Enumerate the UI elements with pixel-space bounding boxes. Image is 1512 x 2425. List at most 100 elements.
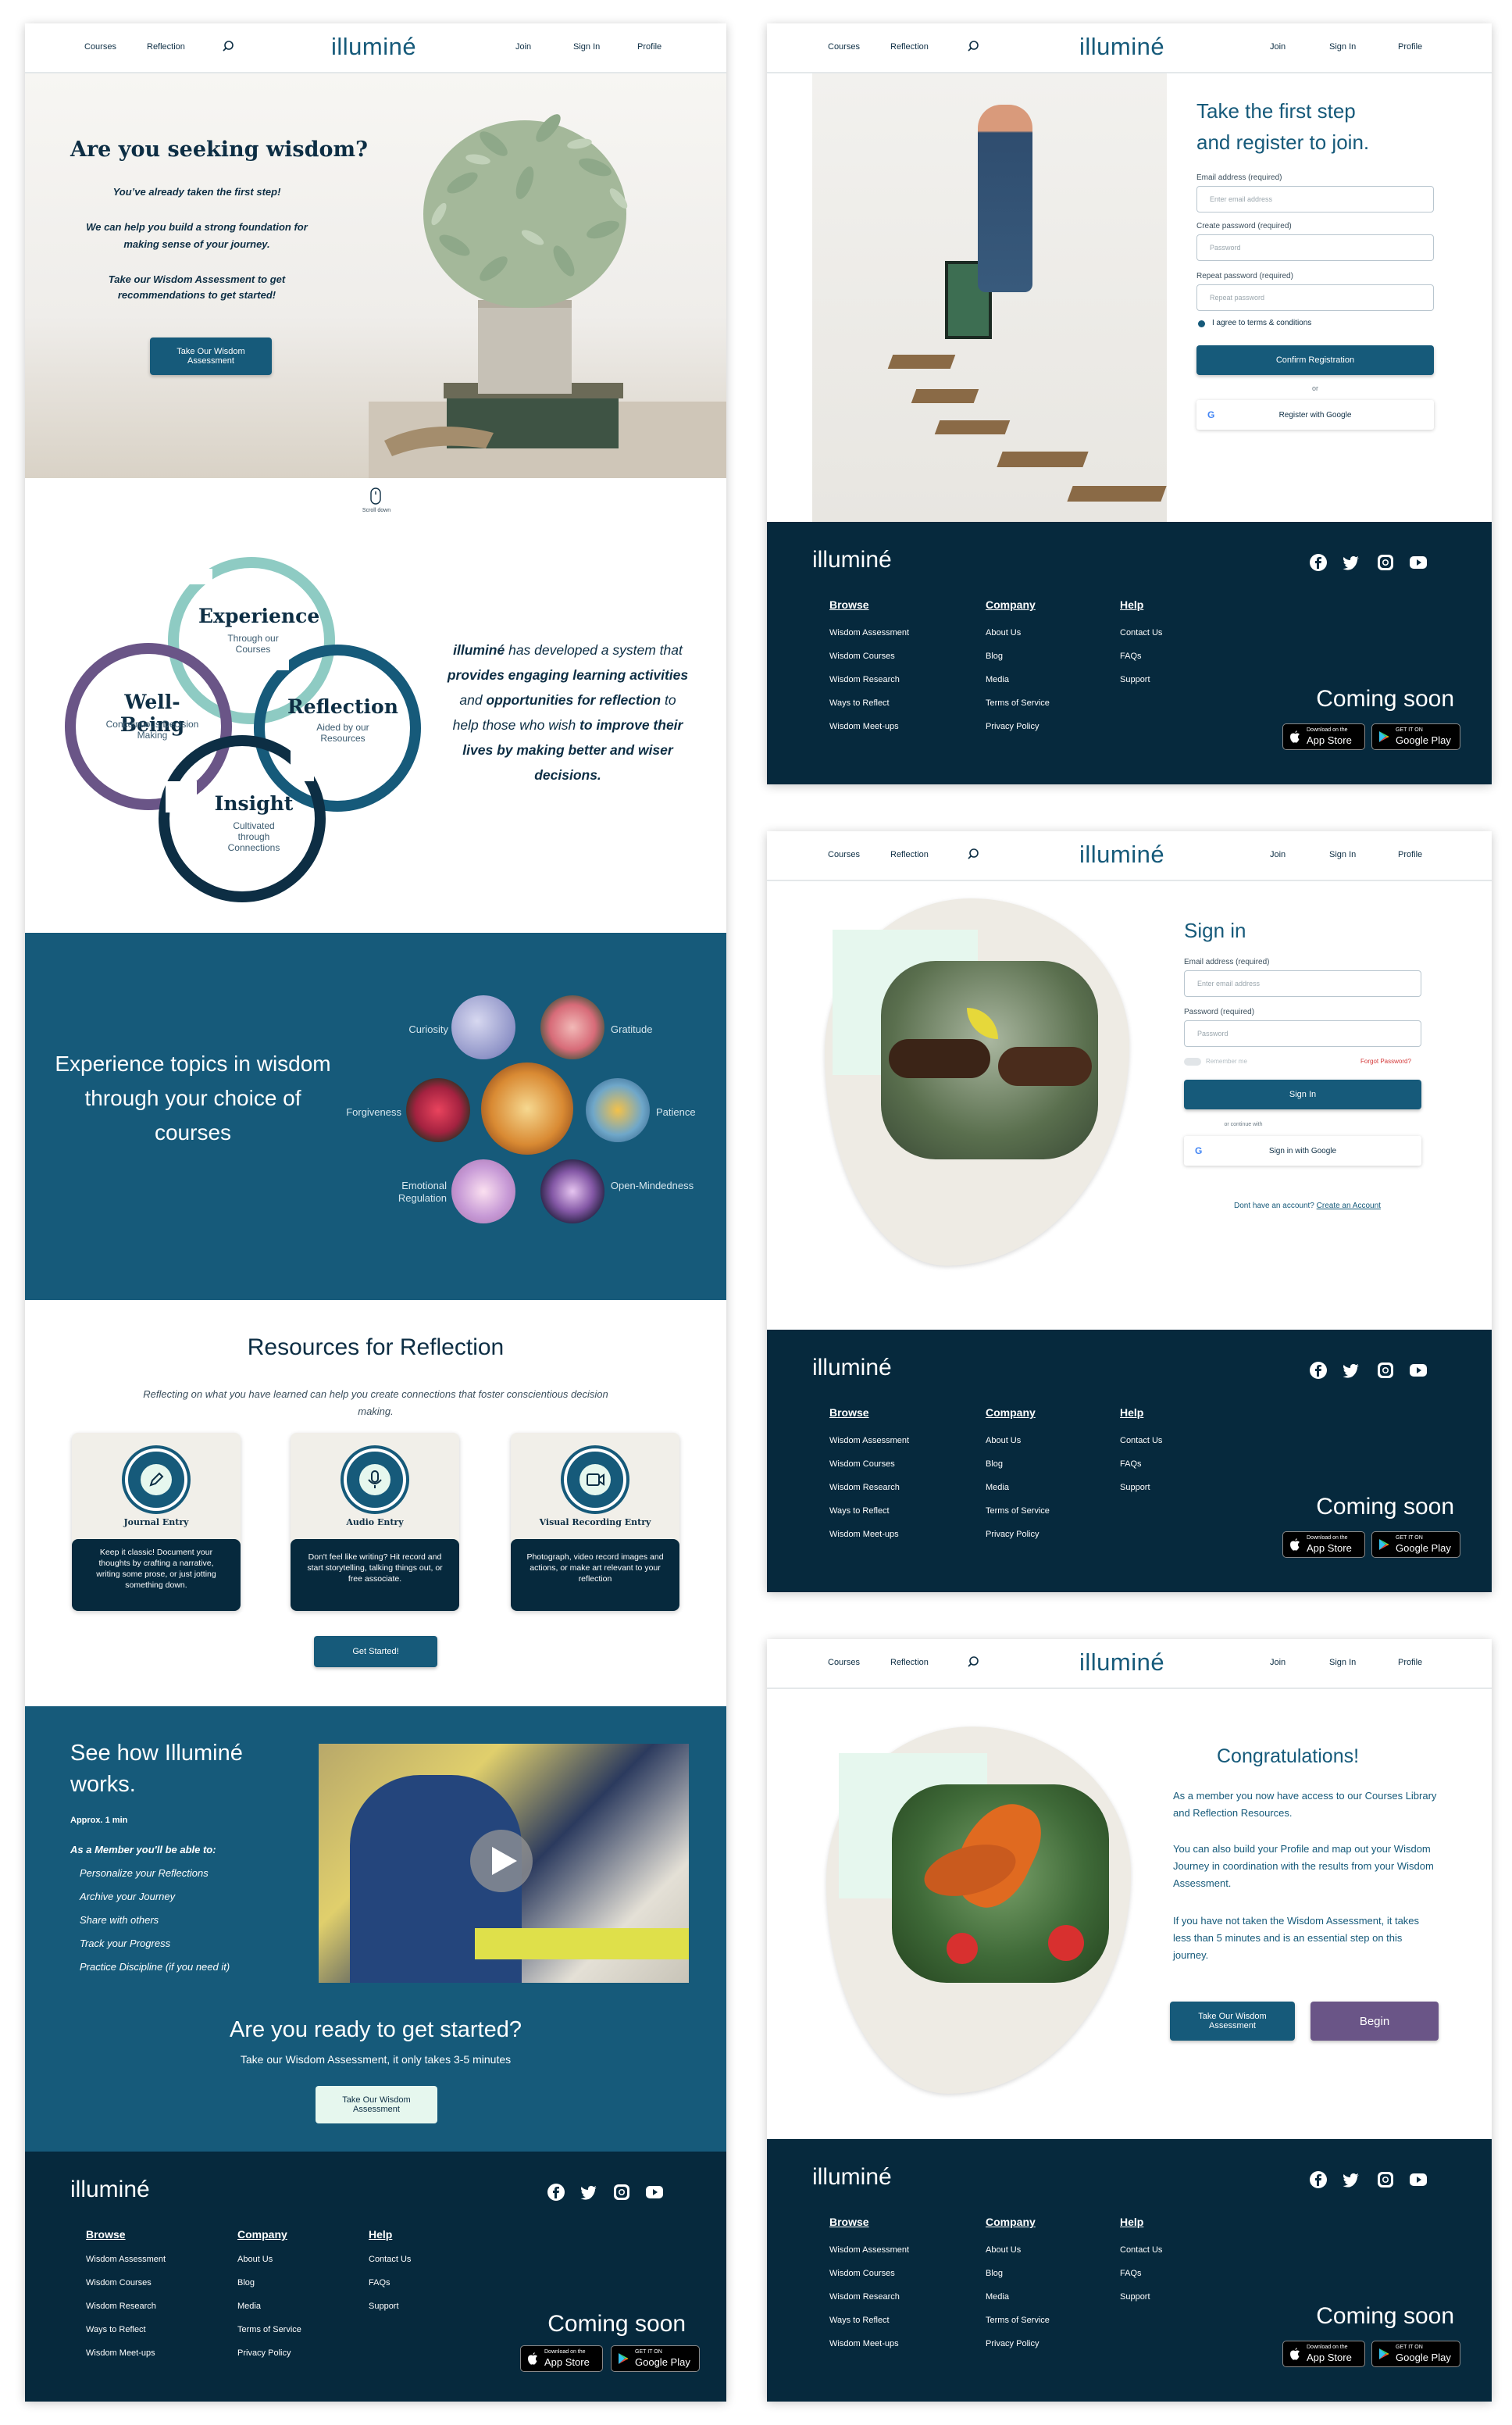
footer-link[interactable]: Blog	[986, 1459, 1003, 1469]
footer-link[interactable]: Contact Us	[1120, 628, 1162, 638]
footer-logo[interactable]: illuminé	[812, 2164, 892, 2191]
app-store-badge[interactable]: Download on the App Store	[520, 2345, 603, 2372]
twitter-icon[interactable]	[1342, 2170, 1360, 2189]
footer-link[interactable]: Blog	[986, 652, 1003, 661]
facebook-icon[interactable]	[1309, 1361, 1328, 1380]
footer-logo[interactable]: illuminé	[812, 547, 892, 573]
footer-link[interactable]: FAQs	[369, 2278, 390, 2288]
footer-link[interactable]: Privacy Policy	[986, 1530, 1039, 1539]
footer-link[interactable]: Contact Us	[1120, 2245, 1162, 2255]
nav-sign-in[interactable]: Sign In	[1329, 1658, 1356, 1667]
twitter-icon[interactable]	[579, 2183, 598, 2202]
agree-radio[interactable]	[1198, 320, 1205, 327]
footer-link[interactable]: Terms of Service	[986, 1506, 1050, 1516]
how-video[interactable]	[319, 1744, 689, 1983]
reg-repeat-input[interactable]: Repeat password	[1196, 284, 1434, 311]
search-icon[interactable]	[222, 39, 237, 55]
footer-link[interactable]: Wisdom Meet-ups	[829, 722, 899, 731]
topic-curiosity[interactable]	[451, 995, 515, 1059]
site-logo[interactable]: illuminé	[1079, 33, 1164, 61]
signin-password-input[interactable]: Password	[1184, 1020, 1421, 1047]
reg-password-input[interactable]: Password	[1196, 234, 1434, 261]
youtube-icon[interactable]	[1409, 553, 1428, 572]
footer-link[interactable]: Wisdom Research	[829, 675, 900, 684]
nav-profile[interactable]: Profile	[1398, 42, 1422, 52]
reg-email-input[interactable]: Enter email address	[1196, 186, 1434, 212]
instagram-icon[interactable]	[1376, 1361, 1395, 1380]
nav-sign-in[interactable]: Sign In	[1329, 42, 1356, 52]
nav-reflection[interactable]: Reflection	[890, 850, 929, 859]
app-store-badge[interactable]: Download on the App Store	[1282, 1531, 1365, 1558]
footer-link[interactable]: FAQs	[1120, 1459, 1142, 1469]
congrats-assessment-button[interactable]: Take Our Wisdom Assessment	[1170, 2002, 1295, 2041]
footer-link[interactable]: Wisdom Assessment	[829, 2245, 909, 2255]
instagram-icon[interactable]	[612, 2183, 631, 2202]
twitter-icon[interactable]	[1342, 553, 1360, 572]
app-store-badge[interactable]: Download on the App Store	[1282, 2341, 1365, 2367]
footer-link[interactable]: About Us	[986, 1436, 1021, 1445]
footer-link[interactable]: Ways to Reflect	[829, 2316, 890, 2325]
footer-link[interactable]: Wisdom Courses	[829, 2269, 895, 2278]
site-logo[interactable]: illuminé	[1079, 841, 1164, 869]
footer-link[interactable]: About Us	[986, 2245, 1021, 2255]
footer-logo[interactable]: illuminé	[70, 2177, 150, 2203]
twitter-icon[interactable]	[1342, 1361, 1360, 1380]
footer-link[interactable]: Ways to Reflect	[829, 1506, 890, 1516]
footer-link[interactable]: Support	[369, 2302, 399, 2311]
footer-link[interactable]: Wisdom Courses	[829, 652, 895, 661]
take-assessment-button[interactable]: Take Our Wisdom Assessment	[150, 338, 272, 375]
footer-link[interactable]: Media	[237, 2302, 261, 2311]
footer-link[interactable]: Contact Us	[369, 2255, 411, 2264]
nav-profile[interactable]: Profile	[1398, 850, 1422, 859]
footer-link[interactable]: Ways to Reflect	[829, 698, 890, 708]
footer-link[interactable]: Media	[986, 675, 1009, 684]
topic-forgiveness[interactable]	[406, 1078, 470, 1142]
footer-link[interactable]: FAQs	[1120, 652, 1142, 661]
footer-link[interactable]: Wisdom Research	[829, 1483, 900, 1492]
instagram-icon[interactable]	[1376, 553, 1395, 572]
begin-button[interactable]: Begin	[1311, 2002, 1439, 2041]
footer-link[interactable]: Wisdom Meet-ups	[86, 2348, 155, 2358]
signin-google-button[interactable]: G Sign in with Google	[1184, 1136, 1421, 1166]
footer-link[interactable]: Terms of Service	[986, 698, 1050, 708]
footer-link[interactable]: Wisdom Assessment	[829, 1436, 909, 1445]
nav-sign-in[interactable]: Sign In	[1329, 850, 1356, 859]
search-icon[interactable]	[967, 847, 982, 862]
footer-link[interactable]: Wisdom Assessment	[829, 628, 909, 638]
footer-link[interactable]: Media	[986, 2292, 1009, 2302]
footer-link[interactable]: Wisdom Meet-ups	[829, 1530, 899, 1539]
register-google-button[interactable]: G Register with Google	[1196, 400, 1434, 430]
facebook-icon[interactable]	[1309, 2170, 1328, 2189]
footer-link[interactable]: Support	[1120, 675, 1150, 684]
site-logo[interactable]: illuminé	[331, 33, 416, 61]
nav-courses[interactable]: Courses	[828, 42, 860, 52]
youtube-icon[interactable]	[1409, 1361, 1428, 1380]
agree-label[interactable]: I agree to terms & conditions	[1212, 319, 1311, 327]
google-play-badge[interactable]: GET IT ON Google Play	[1371, 2341, 1460, 2367]
nav-courses[interactable]: Courses	[828, 1658, 860, 1667]
footer-link[interactable]: Support	[1120, 1483, 1150, 1492]
facebook-icon[interactable]	[547, 2183, 565, 2202]
nav-profile[interactable]: Profile	[1398, 1658, 1422, 1667]
footer-link[interactable]: Wisdom Research	[86, 2302, 156, 2311]
topic-emotional[interactable]	[451, 1159, 515, 1223]
nav-courses[interactable]: Courses	[828, 850, 860, 859]
youtube-icon[interactable]	[1409, 2170, 1428, 2189]
signin-button[interactable]: Sign In	[1184, 1080, 1421, 1109]
topic-patience[interactable]	[586, 1078, 650, 1142]
audio-card[interactable]: Audio Entry Don't feel like writing? Hit…	[291, 1433, 459, 1611]
visual-card[interactable]: Visual Recording Entry Photograph, video…	[511, 1433, 679, 1611]
footer-link[interactable]: Wisdom Assessment	[86, 2255, 166, 2264]
create-account-link[interactable]: Create an Account	[1317, 1202, 1381, 1210]
footer-link[interactable]: Blog	[986, 2269, 1003, 2278]
ready-assessment-button[interactable]: Take Our Wisdom Assessment	[316, 2086, 437, 2123]
footer-link[interactable]: Wisdom Meet-ups	[829, 2339, 899, 2348]
topic-open[interactable]	[540, 1159, 604, 1223]
get-started-button[interactable]: Get Started!	[314, 1636, 437, 1667]
footer-link[interactable]: Wisdom Courses	[86, 2278, 152, 2288]
footer-link[interactable]: Terms of Service	[986, 2316, 1050, 2325]
nav-reflection[interactable]: Reflection	[890, 1658, 929, 1667]
nav-join[interactable]: Join	[1270, 850, 1286, 859]
remember-toggle[interactable]	[1184, 1058, 1201, 1066]
footer-link[interactable]: About Us	[237, 2255, 273, 2264]
